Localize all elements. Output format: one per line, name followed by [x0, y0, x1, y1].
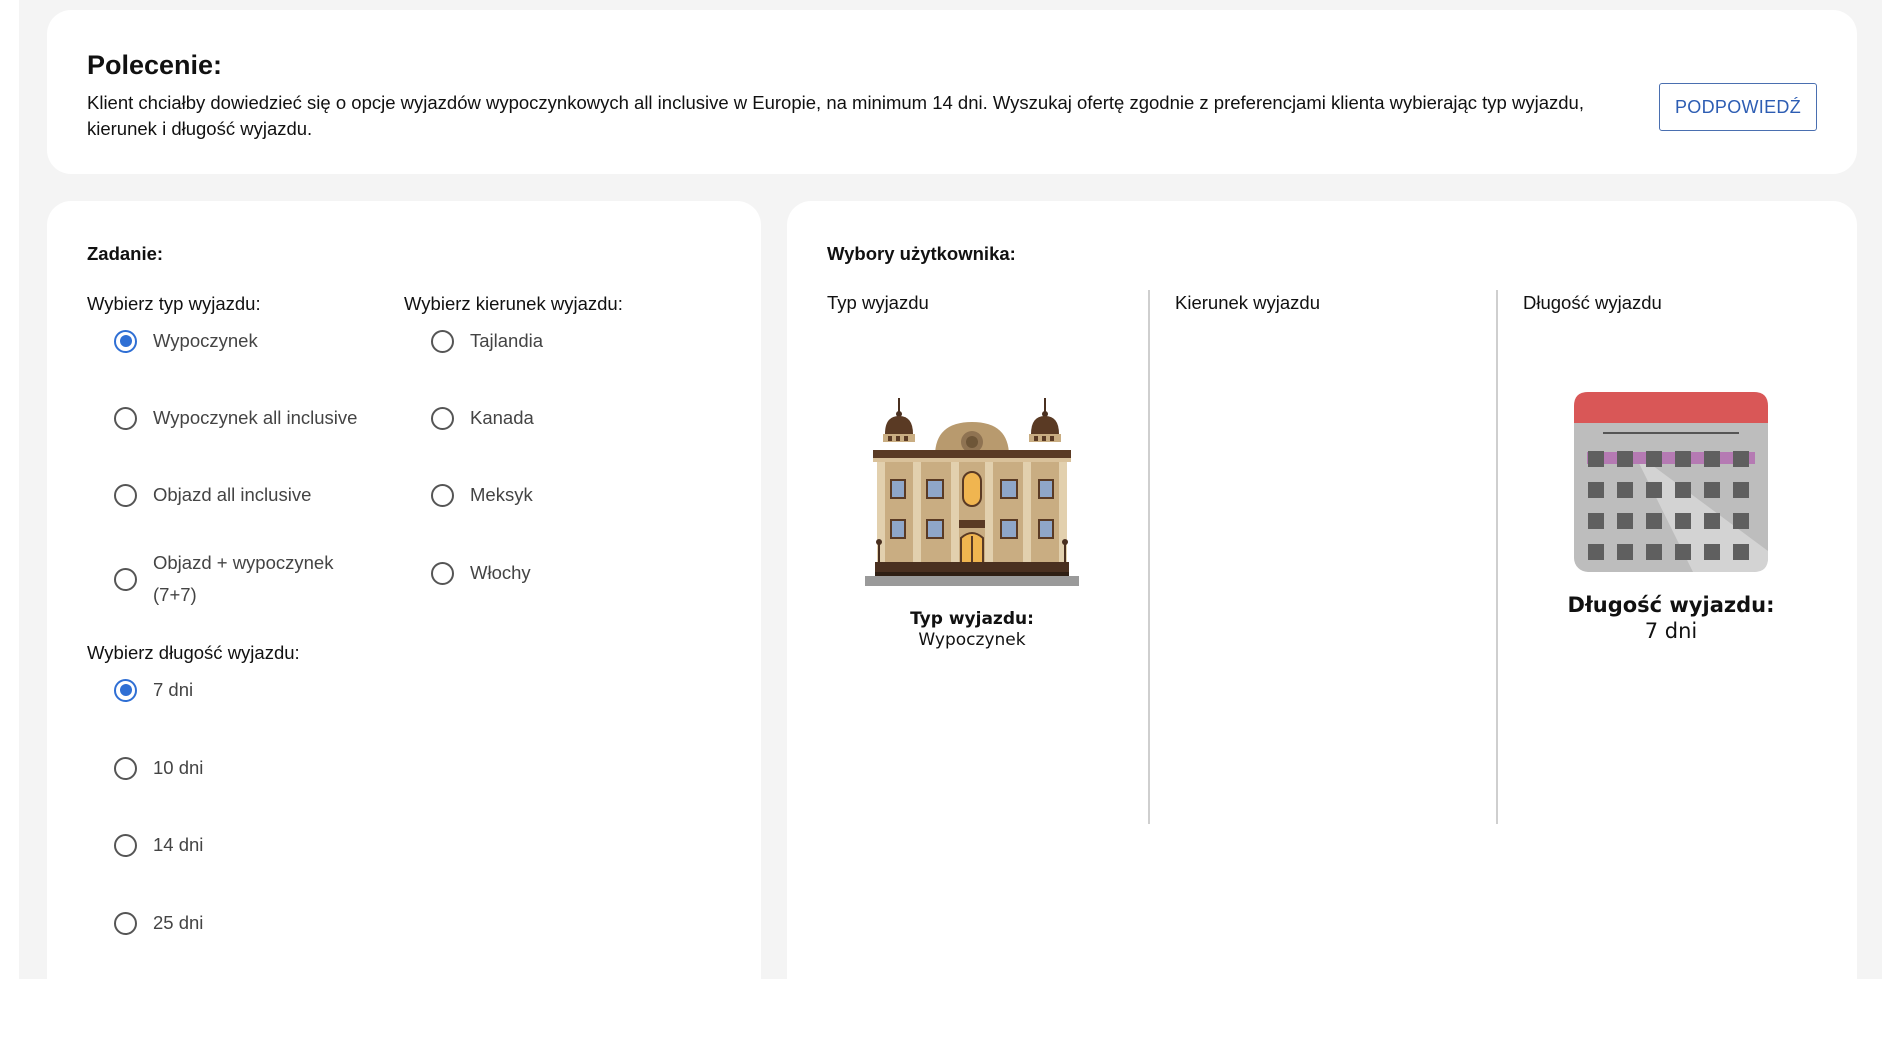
instruction-title: Polecenie:: [87, 50, 223, 80]
task-card: Zadanie: Wybierz typ wyjazdu: Wybierz ki…: [47, 201, 761, 991]
column-duration: Długość wyjazdu: [1523, 292, 1662, 313]
radio-unchecked-icon: [114, 833, 137, 857]
calendar-icon: [1574, 392, 1768, 572]
hotel-icon: [865, 398, 1079, 586]
choices-title: Wybory użytkownika:: [827, 243, 1016, 264]
column-direction: Kierunek wyjazdu: [1175, 292, 1320, 313]
radio-duration-25[interactable]: 25 dni: [114, 907, 203, 939]
radio-trip-type-objazd-all-inclusive[interactable]: Objazd all inclusive: [114, 479, 311, 511]
radio-direction-meksyk[interactable]: Meksyk: [431, 479, 533, 511]
radio-unchecked-icon: [431, 483, 454, 507]
radio-unchecked-icon: [114, 911, 137, 935]
instruction-text: Klient chciałby dowiedzieć się o opcje w…: [87, 92, 1584, 139]
column-divider: [1496, 290, 1498, 824]
radio-unchecked-icon: [114, 483, 137, 507]
trip-type-caption: Typ wyjazdu:: [910, 609, 1034, 629]
radio-checked-icon: [114, 329, 137, 353]
instruction-card: Polecenie: Klient chciałby dowiedzieć si…: [47, 10, 1857, 174]
radio-unchecked-icon: [114, 567, 137, 591]
duration-caption: Długość wyjazdu:: [1567, 593, 1775, 617]
radio-unchecked-icon: [114, 406, 137, 430]
radio-trip-type-wypoczynek-all-inclusive[interactable]: Wypoczynek all inclusive: [114, 402, 357, 434]
radio-direction-wlochy[interactable]: Włochy: [431, 557, 531, 589]
radio-unchecked-icon: [114, 756, 137, 780]
radio-direction-tajlandia[interactable]: Tajlandia: [431, 325, 543, 357]
trip-type-label: Wybierz typ wyjazdu:: [87, 293, 261, 314]
radio-unchecked-icon: [431, 329, 454, 353]
direction-label: Wybierz kierunek wyjazdu:: [404, 293, 623, 314]
radio-duration-14[interactable]: 14 dni: [114, 829, 203, 861]
duration-label: Wybierz długość wyjazdu:: [87, 642, 300, 663]
user-choices-card: Wybory użytkownika: Typ wyjazdu Kierunek…: [787, 201, 1857, 991]
radio-checked-icon: [114, 678, 137, 702]
radio-unchecked-icon: [431, 561, 454, 585]
hint-button[interactable]: PODPOWIEDŹ: [1659, 83, 1817, 131]
task-title: Zadanie:: [87, 243, 164, 264]
trip-type-value: Wypoczynek: [918, 630, 1026, 650]
radio-trip-type-wypoczynek[interactable]: Wypoczynek: [114, 325, 258, 357]
column-divider: [1148, 290, 1150, 824]
duration-value: 7 dni: [1644, 619, 1698, 643]
radio-duration-7[interactable]: 7 dni: [114, 674, 193, 706]
radio-unchecked-icon: [431, 406, 454, 430]
column-trip-type: Typ wyjazdu: [827, 292, 929, 313]
radio-trip-type-objazd-wypoczynek[interactable]: Objazd + wypoczynek (7+7): [114, 547, 333, 611]
radio-duration-10[interactable]: 10 dni: [114, 752, 203, 784]
radio-direction-kanada[interactable]: Kanada: [431, 402, 534, 434]
